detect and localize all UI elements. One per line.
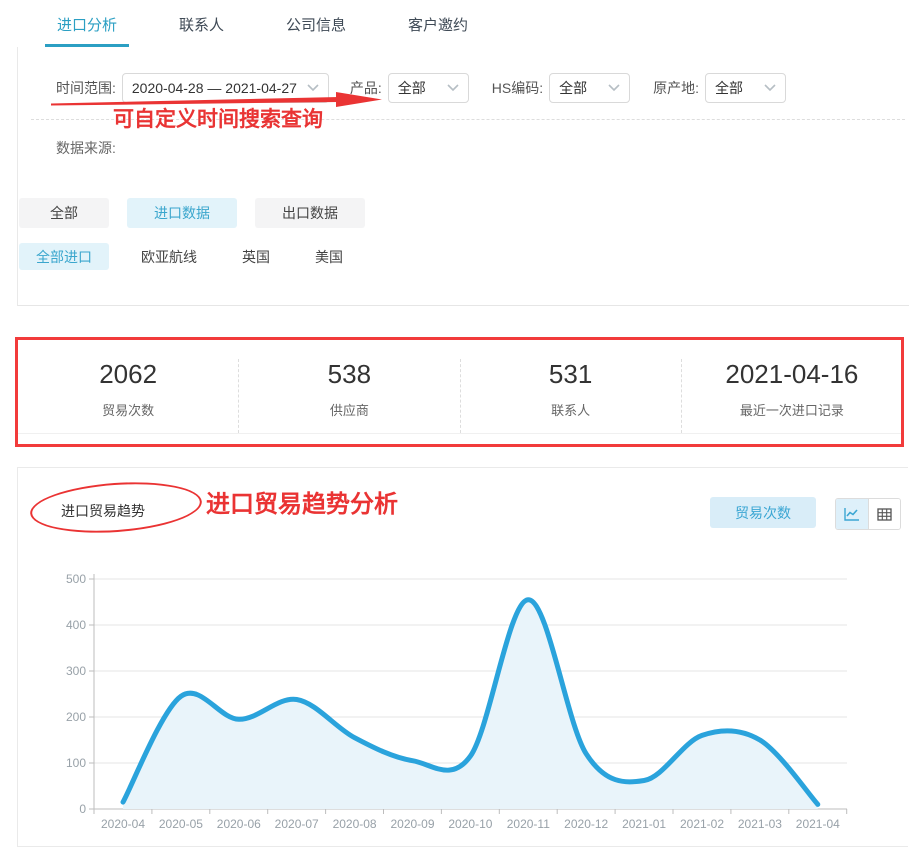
svg-text:2020-10: 2020-10 [448,817,492,831]
trend-chart-svg[interactable]: 0 100 200 300 400 500 2020-04 2020-05 2020-06 202… [61,569,861,839]
svg-text:2021-02: 2021-02 [680,817,724,831]
svg-text:2020-11: 2020-11 [507,817,550,831]
stat-label: 最近一次进口记录 [682,400,902,419]
stat-value: 538 [239,359,459,390]
time-search-annotation: 可自定义时间搜索查询 [113,103,323,133]
svg-text:2020-12: 2020-12 [564,817,608,831]
stat-suppliers: 538 供应商 [239,359,460,433]
hs-code-label: HS编码: [492,78,543,98]
tab-company-info[interactable]: 公司信息 [274,0,358,47]
chart-title: 进口贸易趋势 [61,501,145,521]
time-range-value: 2020-04-28 — 2021-04-27 [132,80,297,96]
tab-customer-invite[interactable]: 客户邀约 [396,0,480,47]
stats-summary-card: 2062 贸易次数 538 供应商 531 联系人 2021-04-16 最近一… [18,340,902,434]
origin-select[interactable]: 全部 [705,73,786,103]
import-data-button[interactable]: 进口数据 [127,198,237,228]
import-analysis-page: 进口分析 联系人 公司信息 客户邀约 时间范围: 2020-04-28 — 20… [0,0,909,848]
origin-label: 原产地: [653,78,699,98]
svg-text:400: 400 [66,618,86,632]
table-view-button[interactable] [868,499,900,529]
top-tab-bar: 进口分析 联系人 公司信息 客户邀约 [0,0,909,47]
stat-trade-count: 2062 贸易次数 [18,359,239,433]
stat-label: 联系人 [461,400,681,419]
trade-count-metric-button[interactable]: 贸易次数 [710,497,816,528]
svg-text:2020-05: 2020-05 [159,817,203,831]
svg-text:300: 300 [66,664,86,678]
export-data-button[interactable]: 出口数据 [255,198,365,228]
tab-import-analysis[interactable]: 进口分析 [45,0,129,47]
route-tab-uk[interactable]: 英国 [242,247,270,267]
product-value: 全部 [398,78,426,98]
time-range-select[interactable]: 2020-04-28 — 2021-04-27 [122,73,329,103]
svg-text:500: 500 [66,572,86,586]
trend-chart-card: 进口贸易趋势 进口贸易趋势分析 贸易次数 01002003004 [17,467,908,847]
data-type-buttons: 全部 进口数据 出口数据 [19,198,365,228]
line-chart-icon [844,507,860,521]
product-select[interactable]: 全部 [388,73,469,103]
svg-text:0: 0 [79,802,86,816]
hs-code-value: 全部 [559,78,587,98]
tab-contacts[interactable]: 联系人 [167,0,236,47]
route-tab-eurasia[interactable]: 欧亚航线 [141,247,197,267]
hs-code-select[interactable]: 全部 [549,73,630,103]
chart-view-toggle [835,498,901,530]
svg-text:2021-03: 2021-03 [738,817,782,831]
chevron-down-icon [608,84,620,92]
chevron-down-icon [764,84,776,92]
svg-text:2021-01: 2021-01 [622,817,666,831]
stat-value: 2062 [18,359,238,390]
trend-annotation: 进口贸易趋势分析 [206,484,398,519]
route-tabs: 全部进口 欧亚航线 英国 美国 [19,243,343,270]
stat-value: 2021-04-16 [682,359,902,390]
route-tab-us[interactable]: 美国 [315,247,343,267]
svg-text:2021-04: 2021-04 [796,817,840,831]
dashed-divider [31,119,905,120]
svg-text:100: 100 [66,756,86,770]
chevron-down-icon [447,84,459,92]
svg-text:2020-06: 2020-06 [217,817,261,831]
stat-label: 贸易次数 [18,400,238,419]
stat-contacts: 531 联系人 [461,359,682,433]
svg-text:200: 200 [66,710,86,724]
all-data-button[interactable]: 全部 [19,198,109,228]
product-label: 产品: [350,78,382,98]
data-source-label: 数据来源: [56,138,116,158]
time-range-label: 时间范围: [56,78,116,98]
svg-text:2020-08: 2020-08 [333,817,377,831]
line-chart-view-button[interactable] [836,499,868,529]
origin-value: 全部 [715,78,743,98]
svg-text:2020-09: 2020-09 [390,817,434,831]
filter-panel: 时间范围: 2020-04-28 — 2021-04-27 产品: 全部 HS编… [17,47,909,306]
stat-label: 供应商 [239,400,459,419]
stat-last-import: 2021-04-16 最近一次进口记录 [682,359,902,433]
stat-value: 531 [461,359,681,390]
chevron-down-icon [307,84,319,92]
svg-text:2020-04: 2020-04 [101,817,145,831]
table-icon [877,508,892,521]
svg-text:2020-07: 2020-07 [275,817,319,831]
filter-row: 时间范围: 2020-04-28 — 2021-04-27 产品: 全部 HS编… [56,73,809,103]
route-tab-all-import[interactable]: 全部进口 [19,243,109,270]
